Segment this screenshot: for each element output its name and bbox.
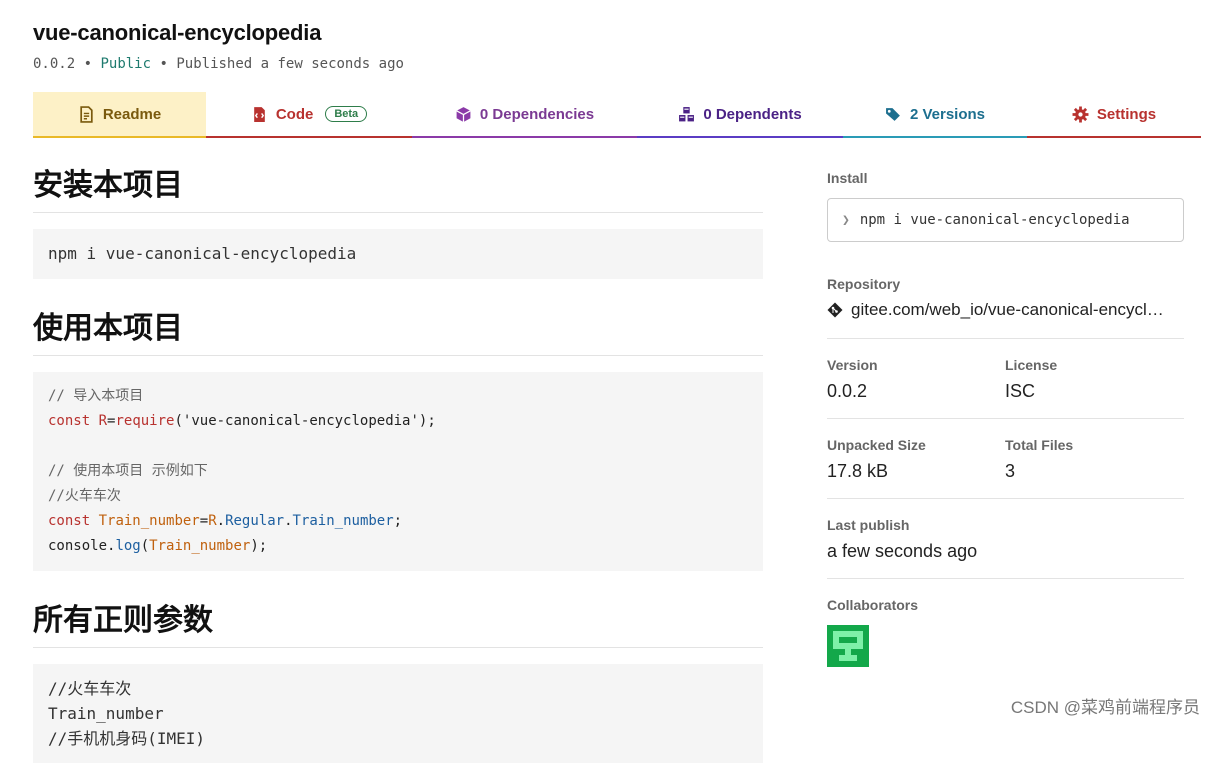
collaborator-avatar[interactable]	[827, 625, 1184, 672]
size-files-row: Unpacked Size 17.8 kB Total Files 3	[827, 437, 1184, 482]
beta-badge: Beta	[325, 106, 368, 122]
code-line: const R=require('vue-canonical-encyclope…	[48, 413, 436, 429]
section-heading-install: 安装本项目	[33, 160, 763, 213]
repository-label: Repository	[827, 276, 901, 292]
tab-readme[interactable]: Readme	[33, 92, 206, 138]
install-code-block: npm i vue-canonical-encyclopedia	[33, 229, 763, 279]
dependents-icon	[679, 106, 695, 121]
section-heading-params: 所有正则参数	[33, 595, 763, 648]
package-tabs: Readme Code Beta 0 Dependencies 0 Depend…	[33, 92, 1201, 138]
last-publish-block: Last publish a few seconds ago	[827, 517, 1184, 562]
repository-link[interactable]: gitee.com/web_io/vue-canonical-encycl…	[827, 300, 1184, 320]
csdn-watermark: CSDN @菜鸡前端程序员	[1010, 698, 1200, 717]
unpacked-size-value: 17.8 kB	[827, 461, 889, 481]
git-icon	[827, 302, 843, 318]
collaborators-label: Collaborators	[827, 597, 919, 613]
code-icon	[254, 106, 265, 122]
code-line: const Train_number=R.Regular.Train_numbe…	[48, 513, 403, 529]
tab-dependencies[interactable]: 0 Dependencies	[412, 92, 637, 138]
package-version: 0.0.2	[33, 56, 76, 72]
code-line: //手机机身码(IMEI)	[48, 729, 206, 748]
avatar	[827, 625, 869, 667]
tags-icon	[886, 107, 900, 121]
divider	[827, 498, 1184, 499]
version-license-row: Version 0.0.2 License ISC	[827, 357, 1184, 402]
tab-settings[interactable]: Settings	[1027, 92, 1201, 138]
last-publish-label: Last publish	[827, 517, 910, 533]
tab-code[interactable]: Code Beta	[206, 92, 412, 138]
tab-code-label: Code	[275, 105, 314, 123]
tab-settings-label: Settings	[1096, 105, 1157, 123]
tab-dependents[interactable]: 0 Dependents	[637, 92, 843, 138]
tab-readme-label: Readme	[102, 105, 162, 123]
license-label: License	[1005, 357, 1058, 373]
readme-content: 安装本项目 npm i vue-canonical-encyclopedia 使…	[33, 160, 763, 763]
install-command-box[interactable]: ❯ npm i vue-canonical-encyclopedia	[827, 198, 1184, 242]
params-code-block: //火车车次 Train_number //手机机身码(IMEI)	[33, 664, 763, 763]
last-publish-value: a few seconds ago	[827, 541, 978, 561]
visibility-badge: Public	[100, 56, 152, 72]
divider	[827, 418, 1184, 419]
license-value: ISC	[1005, 381, 1036, 401]
total-files-label: Total Files	[1005, 437, 1074, 453]
tab-versions[interactable]: 2 Versions	[843, 92, 1027, 138]
package-meta: 0.0.2 • Public • Published a few seconds…	[33, 56, 404, 72]
total-files-value: 3	[1005, 461, 1016, 481]
terminal-prompt-icon: ❯	[842, 212, 850, 228]
tab-dependencies-label: 0 Dependencies	[479, 105, 595, 123]
code-comment: // 使用本项目 示例如下	[48, 463, 208, 479]
code-line: console.log(Train_number);	[48, 538, 268, 554]
repository-url: gitee.com/web_io/vue-canonical-encycl…	[851, 300, 1164, 319]
package-icon	[456, 106, 471, 122]
usage-code-block: // 导入本项目 const R=require('vue-canonical-…	[33, 372, 763, 571]
install-command: npm i vue-canonical-encyclopedia	[859, 212, 1130, 228]
section-heading-usage: 使用本项目	[33, 303, 763, 356]
divider	[827, 578, 1184, 579]
package-sidebar: Install ❯ npm i vue-canonical-encycloped…	[827, 170, 1184, 672]
version-value: 0.0.2	[827, 381, 868, 401]
tab-dependents-label: 0 Dependents	[703, 105, 802, 123]
code-comment: //火车车次	[48, 488, 121, 504]
tab-versions-label: 2 Versions	[909, 105, 986, 123]
version-label: Version	[827, 357, 878, 373]
code-line: //火车车次	[48, 679, 132, 698]
install-label: Install	[827, 170, 868, 186]
readme-icon	[80, 105, 93, 123]
divider	[827, 338, 1184, 339]
package-title: vue-canonical-encyclopedia	[33, 20, 322, 45]
code-comment: // 导入本项目	[48, 388, 144, 404]
gear-icon	[1072, 106, 1089, 122]
unpacked-size-label: Unpacked Size	[827, 437, 926, 453]
code-line: Train_number	[48, 704, 164, 723]
published-time: Published a few seconds ago	[176, 56, 404, 72]
